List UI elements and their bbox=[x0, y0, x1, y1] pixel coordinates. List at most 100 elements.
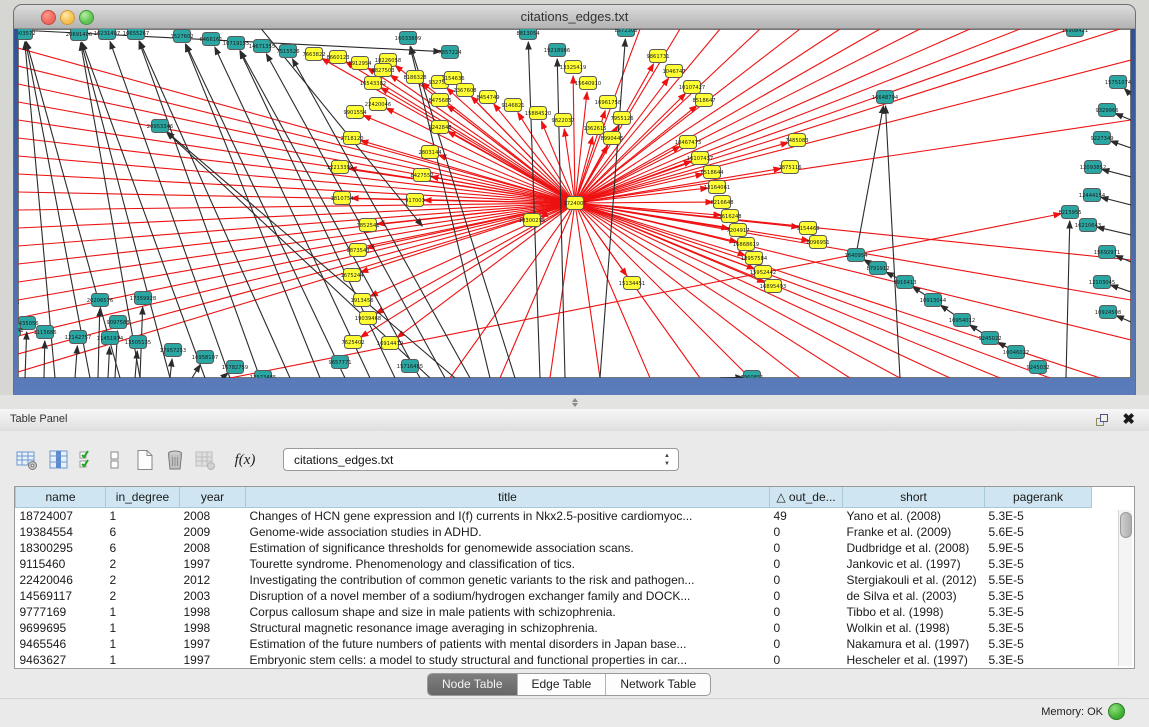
graph-node[interactable]: 13164061 bbox=[704, 181, 730, 194]
graph-node[interactable]: 9861731 bbox=[646, 50, 669, 63]
graph-node[interactable]: 12093852 bbox=[1080, 161, 1106, 174]
graph-node[interactable]: 8427552 bbox=[410, 169, 433, 182]
graph-node[interactable]: 7625402 bbox=[341, 336, 364, 349]
citation-network-graph[interactable]: 1403572206914061623140710655267152760264… bbox=[18, 29, 1131, 378]
delete-table-icon[interactable] bbox=[192, 447, 218, 473]
graph-node[interactable]: 2367608 bbox=[453, 84, 476, 97]
table-source-select[interactable]: citations_edges.txt ▲▼ bbox=[283, 448, 679, 471]
graph-node[interactable]: 20953346 bbox=[147, 120, 173, 133]
graph-node[interactable]: 1046747 bbox=[662, 65, 685, 78]
table-row[interactable]: 911546021997Tourette syndrome. Phenomeno… bbox=[16, 556, 1092, 572]
graph-node[interactable]: 9329966 bbox=[1095, 104, 1118, 117]
graph-node[interactable]: 10719155 bbox=[223, 37, 249, 50]
graph-node[interactable]: 7960851 bbox=[740, 371, 763, 379]
table-row[interactable]: 1830029562008Estimation of significance … bbox=[16, 540, 1092, 556]
graph-node[interactable]: 8791912 bbox=[866, 262, 889, 275]
graph-node[interactable]: 1675244 bbox=[340, 269, 364, 282]
divider-resize-handle[interactable] bbox=[569, 398, 581, 407]
graph-node[interactable]: 9146821 bbox=[501, 99, 524, 112]
graph-node[interactable]: 1724007 bbox=[563, 197, 586, 210]
table-row[interactable]: 1872400712008Changes of HCN gene express… bbox=[16, 508, 1092, 525]
table-row[interactable]: 946554611997Estimation of the future num… bbox=[16, 636, 1092, 652]
show-columns-icon[interactable] bbox=[46, 447, 72, 473]
column-header-in-degree[interactable]: in_degree bbox=[106, 487, 180, 508]
graph-node[interactable]: 10954012 bbox=[949, 314, 975, 327]
graph-node[interactable]: 8518647 bbox=[692, 94, 715, 107]
graph-node[interactable]: 9242848 bbox=[428, 121, 451, 134]
tab-network-table[interactable]: Network Table bbox=[606, 674, 710, 695]
graph-node[interactable]: 9245032 bbox=[1026, 361, 1049, 374]
tab-edge-table[interactable]: Edge Table bbox=[518, 674, 607, 695]
window-titlebar[interactable]: citations_edges.txt bbox=[14, 5, 1135, 29]
network-graph-canvas[interactable]: 1403572206914061623140710655267152760264… bbox=[18, 29, 1131, 378]
table-scrollbar[interactable] bbox=[1118, 510, 1132, 666]
graph-node[interactable]: 1527602 bbox=[170, 30, 193, 43]
graph-node[interactable]: 10913044 bbox=[920, 294, 947, 307]
graph-node[interactable]: 1913456 bbox=[350, 294, 373, 307]
graph-node[interactable]: 1875116 bbox=[778, 161, 801, 174]
graph-node[interactable]: 7204917 bbox=[726, 224, 749, 237]
graph-node[interactable]: 9822037 bbox=[551, 114, 574, 127]
graph-node[interactable]: 9097588 bbox=[106, 316, 129, 329]
graph-node[interactable]: 9245022 bbox=[978, 332, 1001, 345]
graph-node[interactable]: 1154636 bbox=[441, 72, 464, 85]
graph-node[interactable]: 16648794 bbox=[872, 91, 899, 104]
create-column-icon[interactable] bbox=[132, 447, 158, 473]
graph-node[interactable]: 8216648 bbox=[710, 196, 733, 209]
table-row[interactable]: 946362711997Embryonic stem cells: a mode… bbox=[16, 652, 1092, 668]
unselect-rows-icon[interactable] bbox=[102, 447, 128, 473]
table-scrollbar-thumb[interactable] bbox=[1120, 512, 1132, 538]
graph-node[interactable]: 15716485 bbox=[397, 360, 423, 373]
graph-node[interactable]: 10107427 bbox=[679, 81, 705, 94]
column-header-year[interactable]: year bbox=[180, 487, 246, 508]
graph-node[interactable]: 12142757 bbox=[65, 331, 91, 344]
graph-node[interactable]: 1115686 bbox=[33, 326, 56, 339]
graph-node[interactable]: 9657771 bbox=[328, 356, 351, 369]
graph-node[interactable]: 9916413 bbox=[893, 276, 916, 289]
column-header-name[interactable]: name bbox=[16, 487, 106, 508]
graph-node[interactable]: 18957584 bbox=[741, 252, 768, 265]
graph-node[interactable]: 1810754 bbox=[330, 192, 354, 205]
graph-node[interactable]: 1640954 bbox=[844, 249, 868, 262]
graph-node[interactable]: 2718120 bbox=[340, 132, 363, 145]
graph-node[interactable]: 2803144 bbox=[418, 146, 442, 159]
column-header-out-de-[interactable]: △ out_de... bbox=[770, 487, 843, 508]
graph-node[interactable]: 1362615 bbox=[583, 122, 606, 135]
graph-node[interactable]: 9901554 bbox=[343, 106, 367, 119]
graph-node[interactable]: 9827503 bbox=[371, 64, 394, 77]
graph-node[interactable]: 7852541 bbox=[356, 219, 379, 232]
table-row[interactable]: 1456911722003Disruption of a novel membe… bbox=[16, 588, 1092, 604]
graph-node[interactable]: 15884520 bbox=[525, 107, 551, 120]
tab-node-table[interactable]: Node Table bbox=[428, 674, 518, 695]
graph-node[interactable]: 11451974 bbox=[97, 332, 124, 345]
graph-node[interactable]: 7857224 bbox=[438, 46, 462, 59]
graph-node[interactable]: 8215955 bbox=[1058, 206, 1081, 219]
graph-node[interactable]: 1403572 bbox=[18, 29, 36, 40]
graph-node[interactable]: 9227349 bbox=[1090, 132, 1113, 145]
graph-node[interactable]: 7515526 bbox=[276, 45, 299, 58]
graph-node[interactable]: 12103045 bbox=[1089, 276, 1115, 289]
graph-node[interactable]: 8186328 bbox=[403, 71, 426, 84]
graph-node[interactable]: 13325419 bbox=[560, 61, 586, 74]
memory-status-icon[interactable] bbox=[1108, 703, 1125, 720]
graph-node[interactable]: 8990445 bbox=[600, 132, 623, 145]
column-header-pagerank[interactable]: pagerank bbox=[985, 487, 1092, 508]
graph-node[interactable]: 15751074 bbox=[1105, 76, 1131, 89]
graph-node[interactable]: 16210643 bbox=[1075, 219, 1101, 232]
table-row[interactable]: 2242004622012Investigating the contribut… bbox=[16, 572, 1092, 588]
graph-node[interactable]: 20691406 bbox=[66, 29, 92, 41]
graph-node[interactable]: 12923485 bbox=[250, 371, 276, 379]
graph-node[interactable]: 15640910 bbox=[575, 77, 601, 90]
graph-node[interactable]: 15134451 bbox=[619, 277, 645, 290]
graph-node[interactable]: 13505135 bbox=[125, 336, 151, 349]
column-header-title[interactable]: title bbox=[246, 487, 770, 508]
graph-node[interactable]: 8518644 bbox=[700, 166, 724, 179]
graph-node[interactable]: 917003 bbox=[405, 194, 425, 207]
graph-node[interactable]: 8096951 bbox=[806, 236, 829, 249]
graph-node[interactable]: 16868619 bbox=[733, 238, 759, 251]
table-settings-icon[interactable] bbox=[14, 447, 40, 473]
graph-node[interactable]: 8813054 bbox=[516, 29, 540, 40]
graph-node[interactable]: 16033809 bbox=[395, 32, 421, 45]
graph-node[interactable]: 8660123 bbox=[326, 51, 349, 64]
graph-node[interactable]: 1616248 bbox=[718, 210, 741, 223]
